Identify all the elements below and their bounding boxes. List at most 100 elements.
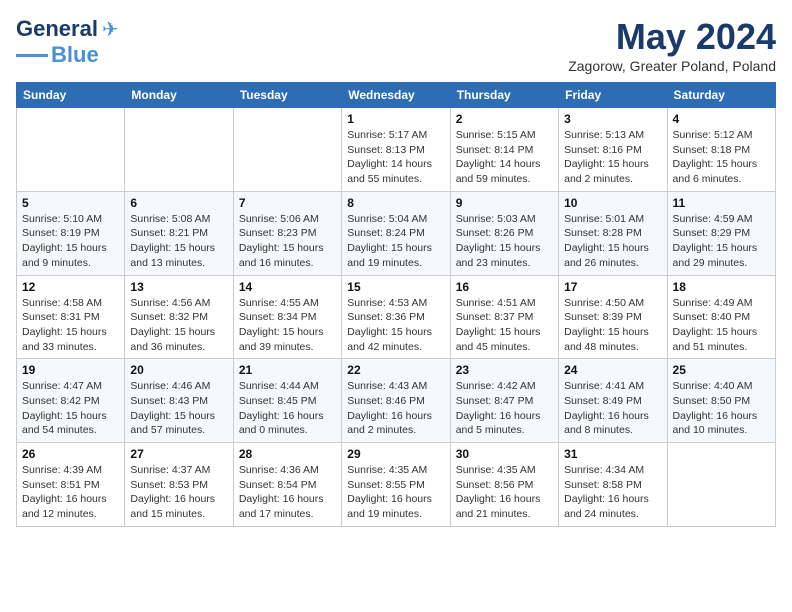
day-info: Sunrise: 4:37 AM Sunset: 8:53 PM Dayligh… <box>130 463 227 522</box>
day-info: Sunrise: 4:35 AM Sunset: 8:56 PM Dayligh… <box>456 463 553 522</box>
day-number: 1 <box>347 112 444 126</box>
day-number: 19 <box>22 363 119 377</box>
day-info: Sunrise: 4:35 AM Sunset: 8:55 PM Dayligh… <box>347 463 444 522</box>
day-number: 25 <box>673 363 770 377</box>
day-info: Sunrise: 4:53 AM Sunset: 8:36 PM Dayligh… <box>347 296 444 355</box>
day-info: Sunrise: 5:08 AM Sunset: 8:21 PM Dayligh… <box>130 212 227 271</box>
day-number: 28 <box>239 447 336 461</box>
calendar-cell: 21 Sunrise: 4:44 AM Sunset: 8:45 PM Dayli… <box>233 359 341 443</box>
day-number: 5 <box>22 196 119 210</box>
calendar-cell: 17 Sunrise: 4:50 AM Sunset: 8:39 PM Dayli… <box>559 275 667 359</box>
calendar-cell <box>125 108 233 192</box>
day-number: 4 <box>673 112 770 126</box>
day-info: Sunrise: 4:49 AM Sunset: 8:40 PM Dayligh… <box>673 296 770 355</box>
calendar-cell: 23Sunrise: 4:42 AM Sunset: 8:47 PM Dayli… <box>450 359 558 443</box>
day-number: 13 <box>130 280 227 294</box>
calendar-cell: 4 Sunrise: 5:12 AM Sunset: 8:18 PM Daylig… <box>667 108 775 192</box>
calendar-week-2: 5Sunrise: 5:10 AM Sunset: 8:19 PM Daylig… <box>17 191 776 275</box>
day-number: 18 <box>673 280 770 294</box>
calendar-week-4: 19Sunrise: 4:47 AM Sunset: 8:42 PM Dayli… <box>17 359 776 443</box>
calendar-cell: 31 Sunrise: 4:34 AM Sunset: 8:58 PM Dayli… <box>559 443 667 527</box>
day-info: Sunrise: 4:46 AM Sunset: 8:43 PM Dayligh… <box>130 379 227 438</box>
day-number: 31 <box>564 447 661 461</box>
day-number: 21 <box>239 363 336 377</box>
calendar-cell: 15 Sunrise: 4:53 AM Sunset: 8:36 PM Dayli… <box>342 275 450 359</box>
day-info: Sunrise: 4:39 AM Sunset: 8:51 PM Dayligh… <box>22 463 119 522</box>
calendar-cell: 25 Sunrise: 4:40 AM Sunset: 8:50 PM Dayli… <box>667 359 775 443</box>
page-header: General ✈ Blue May 2024 Zagorow, Greater… <box>16 16 776 74</box>
calendar-cell: 14 Sunrise: 4:55 AM Sunset: 8:34 PM Dayli… <box>233 275 341 359</box>
day-number: 16 <box>456 280 553 294</box>
day-info: Sunrise: 5:06 AM Sunset: 8:23 PM Dayligh… <box>239 212 336 271</box>
calendar-cell: 9 Sunrise: 5:03 AM Sunset: 8:26 PM Daylig… <box>450 191 558 275</box>
calendar-cell <box>17 108 125 192</box>
day-info: Sunrise: 4:58 AM Sunset: 8:31 PM Dayligh… <box>22 296 119 355</box>
day-number: 22 <box>347 363 444 377</box>
day-number: 10 <box>564 196 661 210</box>
weekday-header-monday: Monday <box>125 83 233 108</box>
day-info: Sunrise: 4:51 AM Sunset: 8:37 PM Dayligh… <box>456 296 553 355</box>
weekday-header-saturday: Saturday <box>667 83 775 108</box>
calendar-cell: 13Sunrise: 4:56 AM Sunset: 8:32 PM Dayli… <box>125 275 233 359</box>
calendar-cell: 10 Sunrise: 5:01 AM Sunset: 8:28 PM Dayli… <box>559 191 667 275</box>
day-info: Sunrise: 5:03 AM Sunset: 8:26 PM Dayligh… <box>456 212 553 271</box>
weekday-header-wednesday: Wednesday <box>342 83 450 108</box>
day-info: Sunrise: 4:44 AM Sunset: 8:45 PM Dayligh… <box>239 379 336 438</box>
calendar-cell: 2 Sunrise: 5:15 AM Sunset: 8:14 PM Daylig… <box>450 108 558 192</box>
day-number: 8 <box>347 196 444 210</box>
day-info: Sunrise: 4:41 AM Sunset: 8:49 PM Dayligh… <box>564 379 661 438</box>
location-text: Zagorow, Greater Poland, Poland <box>568 58 776 74</box>
weekday-header-sunday: Sunday <box>17 83 125 108</box>
calendar-cell: 16 Sunrise: 4:51 AM Sunset: 8:37 PM Dayli… <box>450 275 558 359</box>
day-number: 9 <box>456 196 553 210</box>
day-info: Sunrise: 5:17 AM Sunset: 8:13 PM Dayligh… <box>347 128 444 187</box>
weekday-header-tuesday: Tuesday <box>233 83 341 108</box>
day-info: Sunrise: 4:36 AM Sunset: 8:54 PM Dayligh… <box>239 463 336 522</box>
calendar-cell: 24 Sunrise: 4:41 AM Sunset: 8:49 PM Dayli… <box>559 359 667 443</box>
calendar-cell <box>667 443 775 527</box>
calendar-cell: 5Sunrise: 5:10 AM Sunset: 8:19 PM Daylig… <box>17 191 125 275</box>
day-info: Sunrise: 4:59 AM Sunset: 8:29 PM Dayligh… <box>673 212 770 271</box>
calendar-cell <box>233 108 341 192</box>
calendar-cell: 12Sunrise: 4:58 AM Sunset: 8:31 PM Dayli… <box>17 275 125 359</box>
day-number: 24 <box>564 363 661 377</box>
day-number: 3 <box>564 112 661 126</box>
calendar-cell: 20 Sunrise: 4:46 AM Sunset: 8:43 PM Dayli… <box>125 359 233 443</box>
calendar-cell: 8Sunrise: 5:04 AM Sunset: 8:24 PM Daylig… <box>342 191 450 275</box>
logo-general-text: General <box>16 16 98 42</box>
calendar-cell: 3 Sunrise: 5:13 AM Sunset: 8:16 PM Daylig… <box>559 108 667 192</box>
calendar-cell: 11Sunrise: 4:59 AM Sunset: 8:29 PM Dayli… <box>667 191 775 275</box>
day-number: 15 <box>347 280 444 294</box>
day-number: 2 <box>456 112 553 126</box>
calendar-cell: 18 Sunrise: 4:49 AM Sunset: 8:40 PM Dayli… <box>667 275 775 359</box>
day-info: Sunrise: 5:12 AM Sunset: 8:18 PM Dayligh… <box>673 128 770 187</box>
calendar-cell: 22 Sunrise: 4:43 AM Sunset: 8:46 PM Dayli… <box>342 359 450 443</box>
calendar-cell: 1 Sunrise: 5:17 AM Sunset: 8:13 PM Daylig… <box>342 108 450 192</box>
day-number: 29 <box>347 447 444 461</box>
day-number: 26 <box>22 447 119 461</box>
day-number: 6 <box>130 196 227 210</box>
day-info: Sunrise: 4:55 AM Sunset: 8:34 PM Dayligh… <box>239 296 336 355</box>
calendar-week-5: 26 Sunrise: 4:39 AM Sunset: 8:51 PM Dayli… <box>17 443 776 527</box>
day-number: 7 <box>239 196 336 210</box>
day-number: 20 <box>130 363 227 377</box>
logo: General ✈ Blue <box>16 16 119 68</box>
calendar-cell: 26 Sunrise: 4:39 AM Sunset: 8:51 PM Dayli… <box>17 443 125 527</box>
day-info: Sunrise: 4:50 AM Sunset: 8:39 PM Dayligh… <box>564 296 661 355</box>
day-info: Sunrise: 5:01 AM Sunset: 8:28 PM Dayligh… <box>564 212 661 271</box>
day-number: 14 <box>239 280 336 294</box>
weekday-header-thursday: Thursday <box>450 83 558 108</box>
day-info: Sunrise: 5:15 AM Sunset: 8:14 PM Dayligh… <box>456 128 553 187</box>
day-info: Sunrise: 4:43 AM Sunset: 8:46 PM Dayligh… <box>347 379 444 438</box>
day-info: Sunrise: 4:34 AM Sunset: 8:58 PM Dayligh… <box>564 463 661 522</box>
day-number: 17 <box>564 280 661 294</box>
calendar-cell: 28 Sunrise: 4:36 AM Sunset: 8:54 PM Dayli… <box>233 443 341 527</box>
weekday-header-friday: Friday <box>559 83 667 108</box>
month-title: May 2024 <box>568 16 776 58</box>
calendar-body: 1 Sunrise: 5:17 AM Sunset: 8:13 PM Daylig… <box>17 108 776 527</box>
day-info: Sunrise: 4:40 AM Sunset: 8:50 PM Dayligh… <box>673 379 770 438</box>
calendar-cell: 30Sunrise: 4:35 AM Sunset: 8:56 PM Dayli… <box>450 443 558 527</box>
calendar-cell: 19Sunrise: 4:47 AM Sunset: 8:42 PM Dayli… <box>17 359 125 443</box>
calendar-week-3: 12Sunrise: 4:58 AM Sunset: 8:31 PM Dayli… <box>17 275 776 359</box>
day-info: Sunrise: 5:13 AM Sunset: 8:16 PM Dayligh… <box>564 128 661 187</box>
